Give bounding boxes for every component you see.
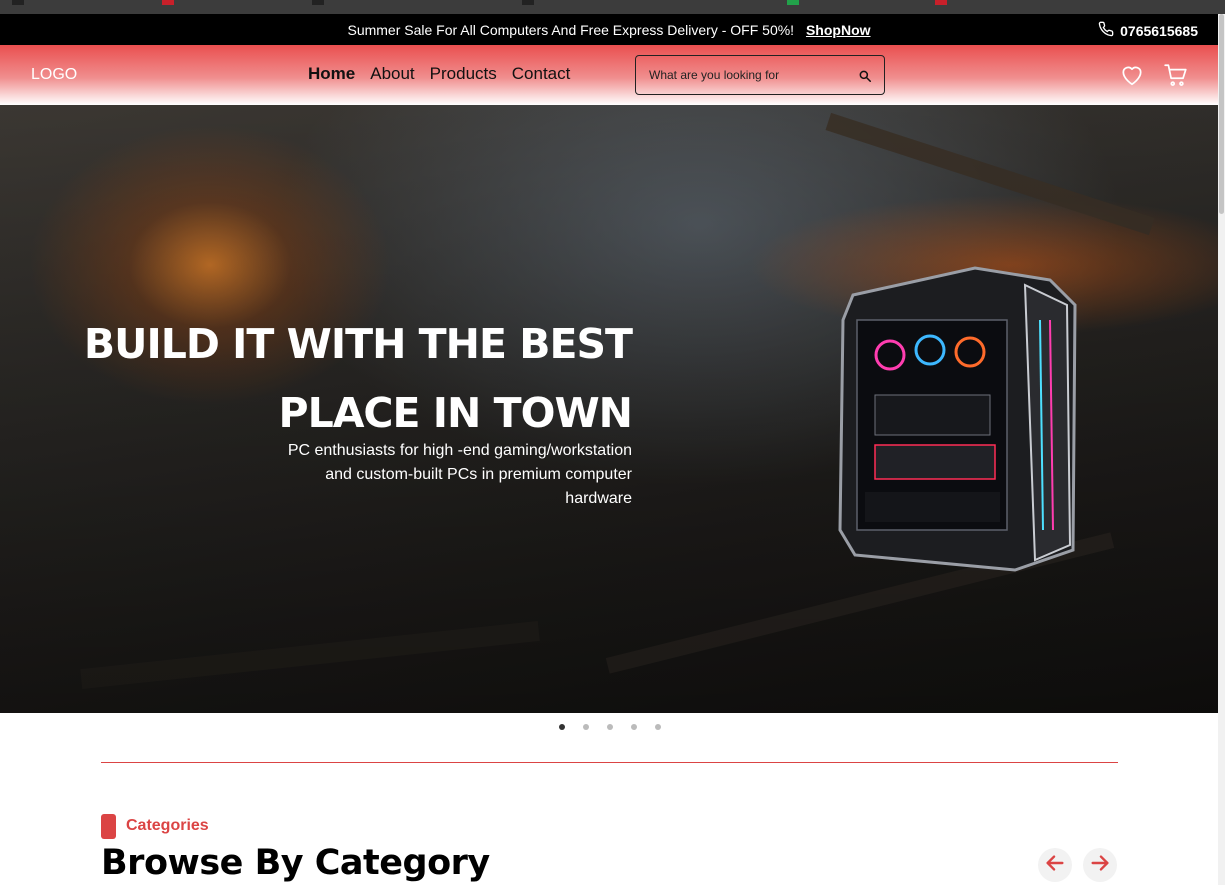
phone-icon (1098, 21, 1114, 40)
browser-tab-favicon[interactable] (787, 0, 799, 5)
site-logo[interactable]: LOGO (31, 66, 77, 84)
section-divider (101, 762, 1118, 763)
arrow-left-icon (1044, 852, 1066, 878)
hero-subtitle-line: PC enthusiasts for high -end gaming/work… (287, 442, 632, 459)
browser-tab-favicon[interactable] (312, 0, 324, 5)
pc-case-image (838, 266, 1077, 572)
promo-text: Summer Sale For All Computers And Free E… (347, 22, 795, 38)
main-navbar: LOGO Home About Products Contact (0, 45, 1218, 105)
hero-title-line: PLACE IN TOWN (278, 389, 633, 437)
browser-tab-favicon[interactable] (522, 0, 534, 5)
carousel-dot[interactable] (583, 724, 589, 730)
next-category-button[interactable] (1083, 848, 1117, 882)
arrow-right-icon (1089, 852, 1111, 878)
promo-bar: Summer Sale For All Computers And Free E… (0, 14, 1218, 45)
hero-title-line: BUILD IT WITH THE BEST (83, 320, 633, 368)
nav-item-home[interactable]: Home (308, 64, 355, 84)
search-box (635, 55, 885, 95)
shop-now-link[interactable]: ShopNow (806, 22, 871, 38)
carousel-dot[interactable] (655, 724, 661, 730)
nav-icon-group (1118, 62, 1190, 92)
section-heading: Browse By Category (101, 843, 490, 883)
browser-tab-favicon[interactable] (162, 0, 174, 5)
hero-title: BUILD IT WITH THE BEST PLACE IN TOWN (60, 310, 633, 448)
nav-item-products[interactable]: Products (430, 64, 497, 84)
prev-category-button[interactable] (1038, 848, 1072, 882)
carousel-dot[interactable] (631, 724, 637, 730)
carousel-indicators (0, 724, 1218, 734)
scrollbar-thumb[interactable] (1219, 14, 1224, 214)
browser-tab-favicon[interactable] (12, 0, 24, 5)
promo-message: Summer Sale For All Computers And Free E… (0, 22, 1218, 38)
heart-icon[interactable] (1118, 62, 1146, 92)
hero-subtitle-line: and custom-built PCs in premium computer (325, 466, 632, 483)
phone-contact[interactable]: 0765615685 (1098, 21, 1198, 40)
phone-number: 0765615685 (1120, 22, 1198, 39)
hero-subtitle-line: hardware (565, 490, 632, 507)
carousel-dot[interactable] (559, 724, 565, 730)
page-viewport: Summer Sale For All Computers And Free E… (0, 14, 1218, 885)
nav-item-about[interactable]: About (370, 64, 414, 84)
page-scrollbar[interactable] (1218, 14, 1225, 885)
nav-menu: Home About Products Contact (308, 64, 570, 84)
search-icon[interactable] (858, 68, 872, 87)
cart-icon[interactable] (1162, 62, 1190, 92)
hero-banner[interactable]: BUILD IT WITH THE BEST PLACE IN TOWN PC … (0, 105, 1218, 713)
nav-item-contact[interactable]: Contact (512, 64, 571, 84)
browser-tab-favicon[interactable] (935, 0, 947, 5)
search-input[interactable] (649, 65, 849, 85)
carousel-dot[interactable] (607, 724, 613, 730)
section-marker (101, 814, 116, 839)
hero-subtitle: PC enthusiasts for high -end gaming/work… (220, 439, 632, 511)
browser-tab-strip (0, 0, 1225, 14)
section-label: Categories (126, 817, 209, 834)
